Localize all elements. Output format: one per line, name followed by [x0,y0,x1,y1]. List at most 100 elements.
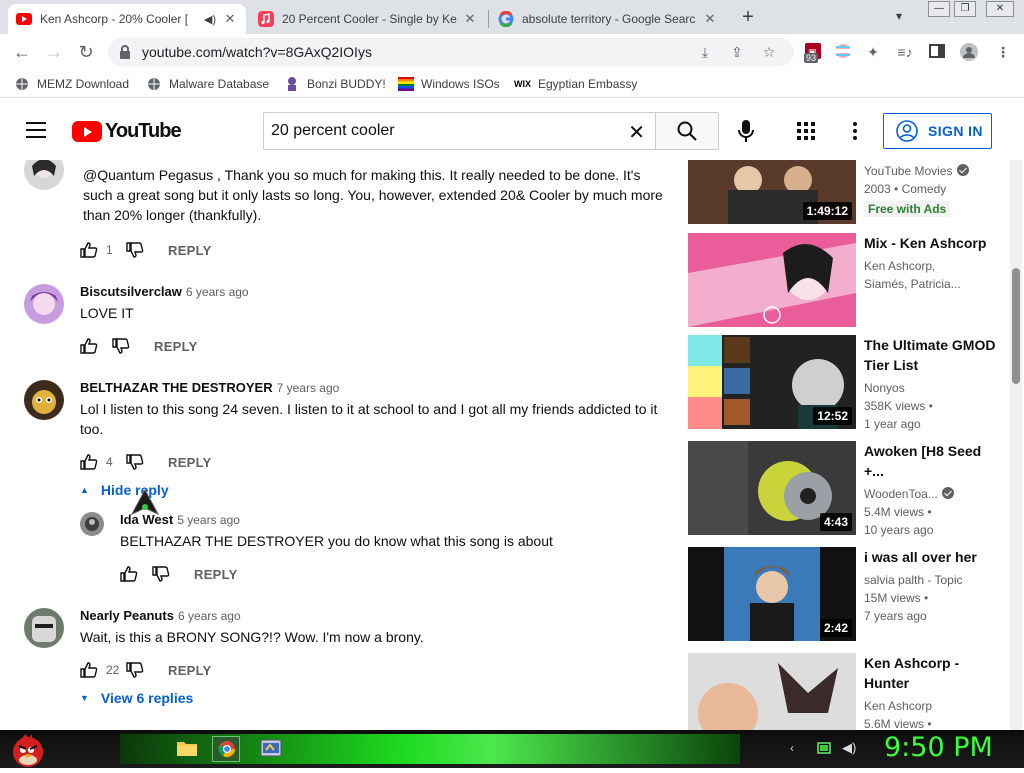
reload-button[interactable]: ↻ [74,40,98,64]
side-panel-icon[interactable] [928,43,946,61]
video-thumbnail[interactable] [688,233,856,327]
video-title[interactable]: Mix - Ken Ashcorp [864,233,1004,253]
video-title[interactable]: Ken Ashcorp - Hunter [864,653,1004,693]
extension-icon[interactable]: ▣ 93 [804,43,822,63]
like-icon[interactable] [120,566,138,582]
start-button-angry-bird-icon[interactable] [8,732,48,768]
comment-author[interactable]: Biscutsilverclaw 6 years ago [80,284,670,299]
new-tab-button[interactable]: + [737,7,759,29]
reply-button[interactable]: REPLY [154,339,198,354]
address-bar[interactable]: youtube.com/watch?v=8GAxQ2IOIys ⤓ ⇪ ☆ [108,38,794,66]
scrollbar-thumb[interactable] [1012,268,1020,384]
media-controls-icon[interactable]: ≡♪ [896,43,914,61]
bookmark-star-icon[interactable]: ☆ [760,43,778,61]
url-text[interactable]: youtube.com/watch?v=8GAxQ2IOIys [142,44,372,60]
share-icon[interactable]: ⇪ [728,43,746,61]
search-query-text[interactable]: 20 percent cooler [271,122,395,140]
battery-icon[interactable] [816,740,832,756]
like-icon[interactable] [80,338,98,354]
voice-search-mic-icon[interactable] [734,118,758,144]
program-taskbar-icon[interactable] [258,736,286,762]
avatar[interactable] [24,160,64,190]
avatar[interactable] [24,284,64,324]
tab-youtube[interactable]: Ken Ashcorp - 20% Cooler [ ◀) ✕ [8,4,246,34]
channel-name[interactable]: Ken Ashcorp, [864,257,1004,275]
avatar[interactable] [24,380,64,420]
dislike-icon[interactable] [152,566,170,582]
show-hidden-icons-chevron-icon[interactable]: ‹ [790,740,806,756]
chrome-taskbar-icon[interactable] [212,736,240,762]
apps-grid-icon[interactable] [797,122,815,140]
file-explorer-icon[interactable] [174,736,202,762]
avatar[interactable] [24,608,64,648]
taskbar-clock[interactable]: 9:50 PM [884,732,993,763]
related-video-item[interactable]: Mix - Ken Ashcorp Ken Ashcorp, Siamés, P… [688,233,1008,327]
video-title[interactable]: i was all over her [864,547,1004,567]
related-video-item[interactable]: Ken Ashcorp - Hunter Ken Ashcorp 5.6M vi… [688,653,1008,730]
lock-icon[interactable] [118,44,134,60]
tab-search-chevron-icon[interactable]: ▾ [896,9,902,23]
comment-author[interactable]: BELTHAZAR THE DESTROYER 7 years ago [80,380,670,395]
bookmark-egyptian-embassy[interactable]: WIX Egyptian Embassy [514,76,637,92]
dislike-icon[interactable] [112,338,130,354]
channel-name[interactable]: Ken Ashcorp [864,697,1004,715]
like-icon[interactable] [80,662,98,678]
reply-button[interactable]: REPLY [194,567,238,582]
browser-menu-icon[interactable]: ⋮ [994,43,1012,61]
close-tab-icon[interactable]: ✕ [222,11,238,27]
video-title[interactable]: Awoken [H8 Seed +... [864,441,1004,481]
settings-menu-icon[interactable] [853,122,857,140]
bookmark-bonzi[interactable]: Bonzi BUDDY! [284,76,386,92]
close-tab-icon[interactable]: ✕ [702,11,718,27]
close-tab-icon[interactable]: ✕ [462,11,478,27]
speaker-icon[interactable]: ◀) [204,13,216,26]
dislike-icon[interactable] [126,242,144,258]
install-app-icon[interactable]: ⤓ [696,43,714,61]
avatar[interactable] [80,512,104,536]
channel-name[interactable]: salvia palth - Topic [864,571,1004,589]
video-thumbnail[interactable] [688,653,856,730]
related-video-item[interactable]: 1:49:12 YouTube Movies 2003 • Comedy Fre… [688,160,1008,224]
page-scrollbar[interactable] [1010,160,1022,730]
youtube-logo[interactable]: YouTube [72,120,182,143]
comment-author[interactable]: Ida West 5 years ago [120,512,660,527]
tab-google-search[interactable]: absolute territory - Google Searc ✕ [490,4,726,34]
dislike-icon[interactable] [126,454,144,470]
reply-button[interactable]: REPLY [168,455,212,470]
bookmark-malware-db[interactable]: Malware Database [146,76,269,92]
search-button[interactable] [655,112,719,150]
extensions-puzzle-icon[interactable]: ✦ [864,43,882,61]
search-input[interactable]: 20 percent cooler ✕ [263,112,656,150]
view-replies-button[interactable]: ▼ View 6 replies [80,690,193,706]
close-window-button[interactable]: ✕ [986,1,1014,17]
minimize-button[interactable]: — [928,1,950,17]
channel-name[interactable]: Nonyos [864,379,1004,397]
sign-in-button[interactable]: SIGN IN [883,113,992,149]
volume-icon[interactable]: ◀) [842,740,858,756]
related-video-item[interactable]: 12:52 The Ultimate GMOD Tier List Nonyos… [688,335,1008,431]
restore-button[interactable]: ❐ [954,1,976,17]
video-thumbnail[interactable]: 12:52 [688,335,856,429]
video-thumbnail[interactable]: 4:43 [688,441,856,535]
pride-extension-icon[interactable] [834,43,852,61]
reply-button[interactable]: REPLY [168,243,212,258]
bookmark-memz[interactable]: MEMZ Download [14,76,129,92]
profile-avatar-icon[interactable] [960,43,978,61]
clear-search-icon[interactable]: ✕ [628,120,645,145]
video-thumbnail[interactable]: 1:49:12 [688,160,856,224]
related-video-item[interactable]: 2:42 i was all over her salvia palth - T… [688,547,1008,641]
reply-button[interactable]: REPLY [168,663,212,678]
like-icon[interactable] [80,454,98,470]
channel-name[interactable]: WoodenToa... [864,485,1004,503]
dislike-icon[interactable] [126,662,144,678]
tab-apple-music[interactable]: 20 Percent Cooler - Single by Ke ✕ [250,4,486,34]
video-title[interactable]: The Ultimate GMOD Tier List [864,335,1004,375]
forward-button[interactable]: → [42,40,66,64]
bookmark-windows-isos[interactable]: Windows ISOs [398,76,500,92]
comment-author[interactable]: Nearly Peanuts 6 years ago [80,608,670,623]
like-icon[interactable] [80,242,98,258]
back-button[interactable]: ← [10,40,34,64]
channel-name[interactable]: YouTube Movies [864,162,1004,180]
related-video-item[interactable]: 4:43 Awoken [H8 Seed +... WoodenToa... 5… [688,441,1008,537]
guide-menu-icon[interactable] [26,122,46,138]
